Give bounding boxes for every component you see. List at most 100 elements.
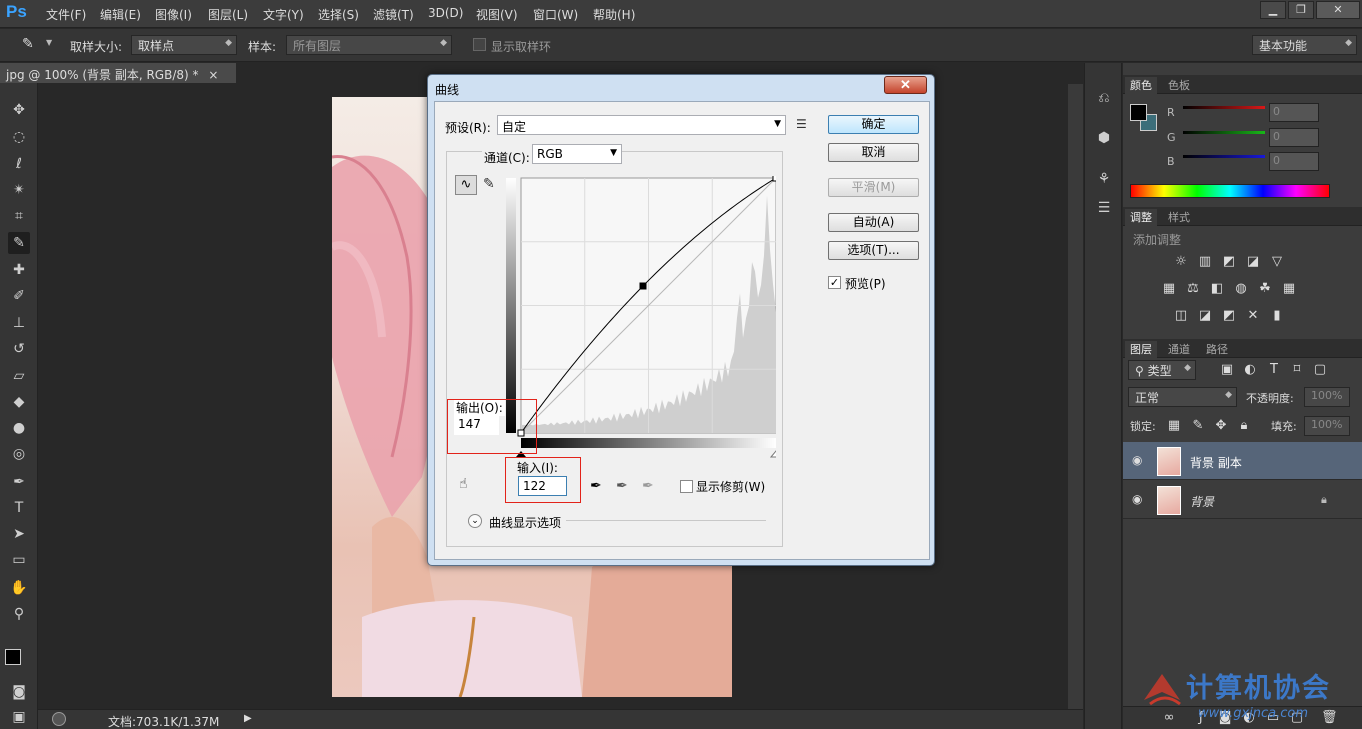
- black-white-icon[interactable]: ◧: [1209, 282, 1225, 296]
- tab-styles[interactable]: 样式: [1163, 209, 1195, 225]
- cube-panel-icon[interactable]: ⬢: [1093, 127, 1115, 149]
- color-b-slider[interactable]: [1183, 155, 1265, 158]
- tab-layers[interactable]: 图层: [1125, 341, 1157, 358]
- dodge-tool-icon[interactable]: ◎: [8, 443, 30, 465]
- curve-graph[interactable]: [506, 176, 776, 476]
- gray-eyedropper-icon[interactable]: ✒: [616, 478, 628, 494]
- hand-target-icon[interactable]: ☝: [459, 476, 468, 492]
- minimize-button[interactable]: ▁: [1260, 1, 1286, 19]
- layer-name[interactable]: 背景: [1190, 493, 1214, 510]
- curve-control-point[interactable]: [639, 282, 647, 290]
- layer-filter-select[interactable]: ⚲ 类型 ◆: [1128, 360, 1196, 380]
- curve-edit-tool-icon[interactable]: ∿: [455, 175, 477, 195]
- tab-color[interactable]: 颜色: [1125, 77, 1157, 94]
- quick-mask-icon[interactable]: ◙: [8, 681, 30, 703]
- layer-row-background[interactable]: ◉ 背景 🔒︎: [1123, 481, 1362, 519]
- blend-mode-select[interactable]: 正常 ◆: [1128, 387, 1237, 407]
- color-r-slider[interactable]: [1183, 106, 1265, 109]
- foreground-swatch[interactable]: [1130, 104, 1147, 121]
- eye-icon[interactable]: ◉: [1132, 492, 1142, 506]
- brush-tool-icon[interactable]: ✐: [8, 285, 30, 307]
- history-brush-icon[interactable]: ↺: [8, 338, 30, 360]
- menu-3d[interactable]: 3D(D): [428, 6, 463, 20]
- curves-icon[interactable]: ◩: [1221, 255, 1237, 269]
- threshold-icon[interactable]: ◩: [1221, 309, 1237, 323]
- black-eyedropper-icon[interactable]: ✒: [590, 478, 602, 494]
- lock-brush-icon[interactable]: ✎: [1190, 419, 1206, 433]
- crop-tool-icon[interactable]: ⌗: [8, 205, 30, 227]
- magic-wand-icon[interactable]: ✴: [8, 179, 30, 201]
- hand-tool-icon[interactable]: ✋: [8, 577, 30, 599]
- eyedropper-icon[interactable]: ✎: [22, 36, 34, 52]
- channel-select[interactable]: RGB ▼: [532, 144, 622, 164]
- hue-icon[interactable]: ▦: [1161, 282, 1177, 296]
- menu-type[interactable]: 文字(Y): [263, 6, 304, 23]
- filter-type-icon[interactable]: T: [1266, 363, 1282, 377]
- lock-move-icon[interactable]: ✥: [1213, 419, 1229, 433]
- brightness-icon[interactable]: ☼: [1173, 255, 1189, 269]
- menu-file[interactable]: 文件(F): [46, 6, 86, 23]
- layer-name[interactable]: 背景 副本: [1190, 454, 1242, 471]
- healing-brush-icon[interactable]: ✚: [8, 259, 30, 281]
- curve-control-point[interactable]: [772, 176, 776, 182]
- menu-edit[interactable]: 编辑(E): [100, 6, 141, 23]
- menu-layer[interactable]: 图层(L): [208, 6, 248, 23]
- restore-button[interactable]: ❐: [1288, 1, 1314, 19]
- options-button[interactable]: 选项(T)...: [828, 241, 919, 260]
- paint-bucket-icon[interactable]: ◆: [8, 391, 30, 413]
- type-tool-icon[interactable]: T: [8, 497, 30, 519]
- menu-filter[interactable]: 滤镜(T): [373, 6, 414, 23]
- lock-pixels-icon[interactable]: ▦: [1166, 419, 1182, 433]
- fill-input[interactable]: 100%: [1304, 416, 1350, 436]
- chevron-down-icon[interactable]: ▼: [46, 38, 52, 47]
- menu-help[interactable]: 帮助(H): [593, 6, 635, 23]
- auto-button[interactable]: 自动(A): [828, 213, 919, 232]
- gradient-map-icon[interactable]: ▮: [1269, 309, 1285, 323]
- white-point-slider[interactable]: [769, 450, 776, 458]
- layer-row-background-copy[interactable]: ◉ 背景 副本: [1123, 442, 1362, 480]
- filter-image-icon[interactable]: ▣: [1219, 363, 1235, 377]
- show-clipping-checkbox[interactable]: [680, 480, 693, 493]
- color-spectrum-ramp[interactable]: [1130, 184, 1330, 198]
- sliders-panel-icon[interactable]: ☰: [1093, 197, 1115, 219]
- preset-select[interactable]: 自定 ▼: [497, 115, 786, 135]
- preview-checkbox[interactable]: ✓: [828, 276, 841, 289]
- levels-icon[interactable]: ▥: [1197, 255, 1213, 269]
- eraser-tool-icon[interactable]: ▱: [8, 365, 30, 387]
- selective-color-icon[interactable]: ✕: [1245, 309, 1261, 323]
- eyedropper-tool-icon[interactable]: ✎: [8, 232, 30, 254]
- curve-options-label[interactable]: 曲线显示选项: [489, 514, 561, 531]
- filter-shape-icon[interactable]: ⌑: [1289, 363, 1305, 377]
- tab-paths[interactable]: 路径: [1201, 341, 1233, 357]
- color-lookup-icon[interactable]: ▦: [1281, 282, 1297, 296]
- filter-adjust-icon[interactable]: ◐: [1242, 363, 1258, 377]
- dialog-close-button[interactable]: ✕: [884, 76, 927, 94]
- channel-mixer-icon[interactable]: ☘: [1257, 282, 1273, 296]
- menu-image[interactable]: 图像(I): [155, 6, 192, 23]
- path-select-icon[interactable]: ➤: [8, 523, 30, 545]
- invert-icon[interactable]: ◫: [1173, 309, 1189, 323]
- tab-adjustments[interactable]: 调整: [1125, 209, 1157, 226]
- expand-chevron-icon[interactable]: ⌄: [468, 514, 482, 528]
- close-window-button[interactable]: ✕: [1316, 1, 1360, 19]
- clone-stamp-icon[interactable]: ⊥: [8, 312, 30, 334]
- white-eyedropper-icon[interactable]: ✒: [642, 478, 654, 494]
- brush-panel-icon[interactable]: ⚘: [1093, 168, 1115, 190]
- tab-swatches[interactable]: 色板: [1163, 77, 1195, 93]
- lock-all-icon[interactable]: 🔒︎: [1236, 419, 1252, 433]
- blur-tool-icon[interactable]: ●: [8, 417, 30, 439]
- smooth-button[interactable]: 平滑(M): [828, 178, 919, 197]
- tab-channels[interactable]: 通道: [1163, 341, 1195, 357]
- sample-select[interactable]: 所有图层 ◆: [286, 35, 452, 55]
- preset-menu-icon[interactable]: ☰: [796, 117, 807, 131]
- menu-select[interactable]: 选择(S): [318, 6, 359, 23]
- document-tab[interactable]: jpg @ 100% (背景 副本, RGB/8) * ×: [0, 63, 236, 83]
- color-g-value[interactable]: 0: [1269, 128, 1319, 147]
- show-ring-checkbox[interactable]: [473, 38, 486, 51]
- photo-filter-icon[interactable]: ◍: [1233, 282, 1249, 296]
- exposure-icon[interactable]: ◪: [1245, 255, 1261, 269]
- menu-view[interactable]: 视图(V): [476, 6, 518, 23]
- color-balance-icon[interactable]: ⚖: [1185, 282, 1201, 296]
- status-menu-icon[interactable]: [52, 712, 66, 726]
- vibrance-icon[interactable]: ▽: [1269, 255, 1285, 269]
